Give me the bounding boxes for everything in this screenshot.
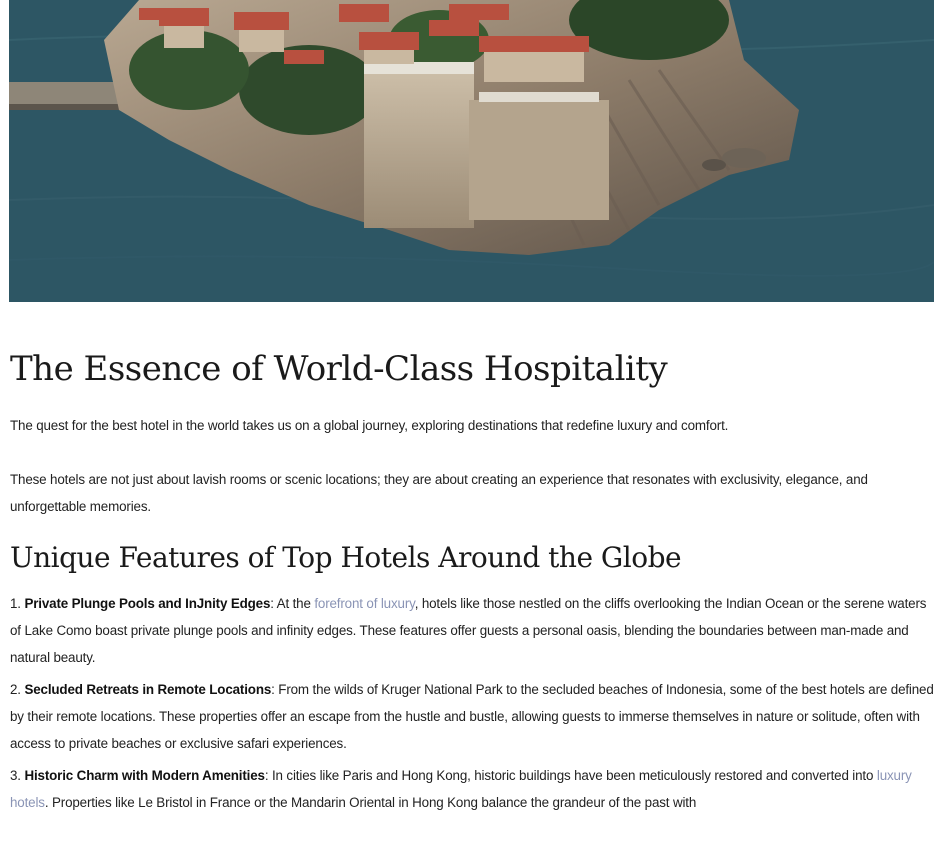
list-item: 3. Historic Charm with Modern Amenities:… bbox=[10, 762, 934, 816]
forefront-of-luxury-link[interactable]: forefront of luxury bbox=[314, 596, 415, 611]
section-title: Unique Features of Top Hotels Around the… bbox=[10, 541, 682, 574]
list-item-text: : At the bbox=[270, 596, 315, 611]
list-item-text: : In cities like Paris and Hong Kong, hi… bbox=[264, 768, 877, 783]
page-title: The Essence of World-Class Hospitality bbox=[10, 349, 668, 389]
feature-list: 1. Private Plunge Pools and InJnity Edge… bbox=[10, 590, 934, 816]
list-item-text: . Properties like Le Bristol in France o… bbox=[44, 795, 697, 810]
list-item-number: 1. bbox=[10, 596, 25, 611]
list-item: 1. Private Plunge Pools and InJnity Edge… bbox=[10, 590, 934, 671]
list-item: 2. Secluded Retreats in Remote Locations… bbox=[10, 676, 934, 757]
intro-paragraph-2: These hotels are not just about lavish r… bbox=[10, 472, 868, 514]
list-item-number: 2. bbox=[10, 682, 25, 697]
list-item-heading: Historic Charm with Modern Amenities bbox=[24, 768, 265, 783]
intro-paragraph-1: The quest for the best hotel in the worl… bbox=[10, 418, 729, 433]
island-photo-icon bbox=[9, 0, 934, 302]
list-item-number: 3. bbox=[10, 768, 25, 783]
list-item-heading: Secluded Retreats in Remote Locations bbox=[24, 682, 272, 697]
list-item-heading: Private Plunge Pools and InJnity Edges bbox=[24, 596, 271, 611]
hero-image bbox=[9, 0, 934, 302]
article: The Essence of World-Class Hospitality T… bbox=[10, 340, 934, 821]
